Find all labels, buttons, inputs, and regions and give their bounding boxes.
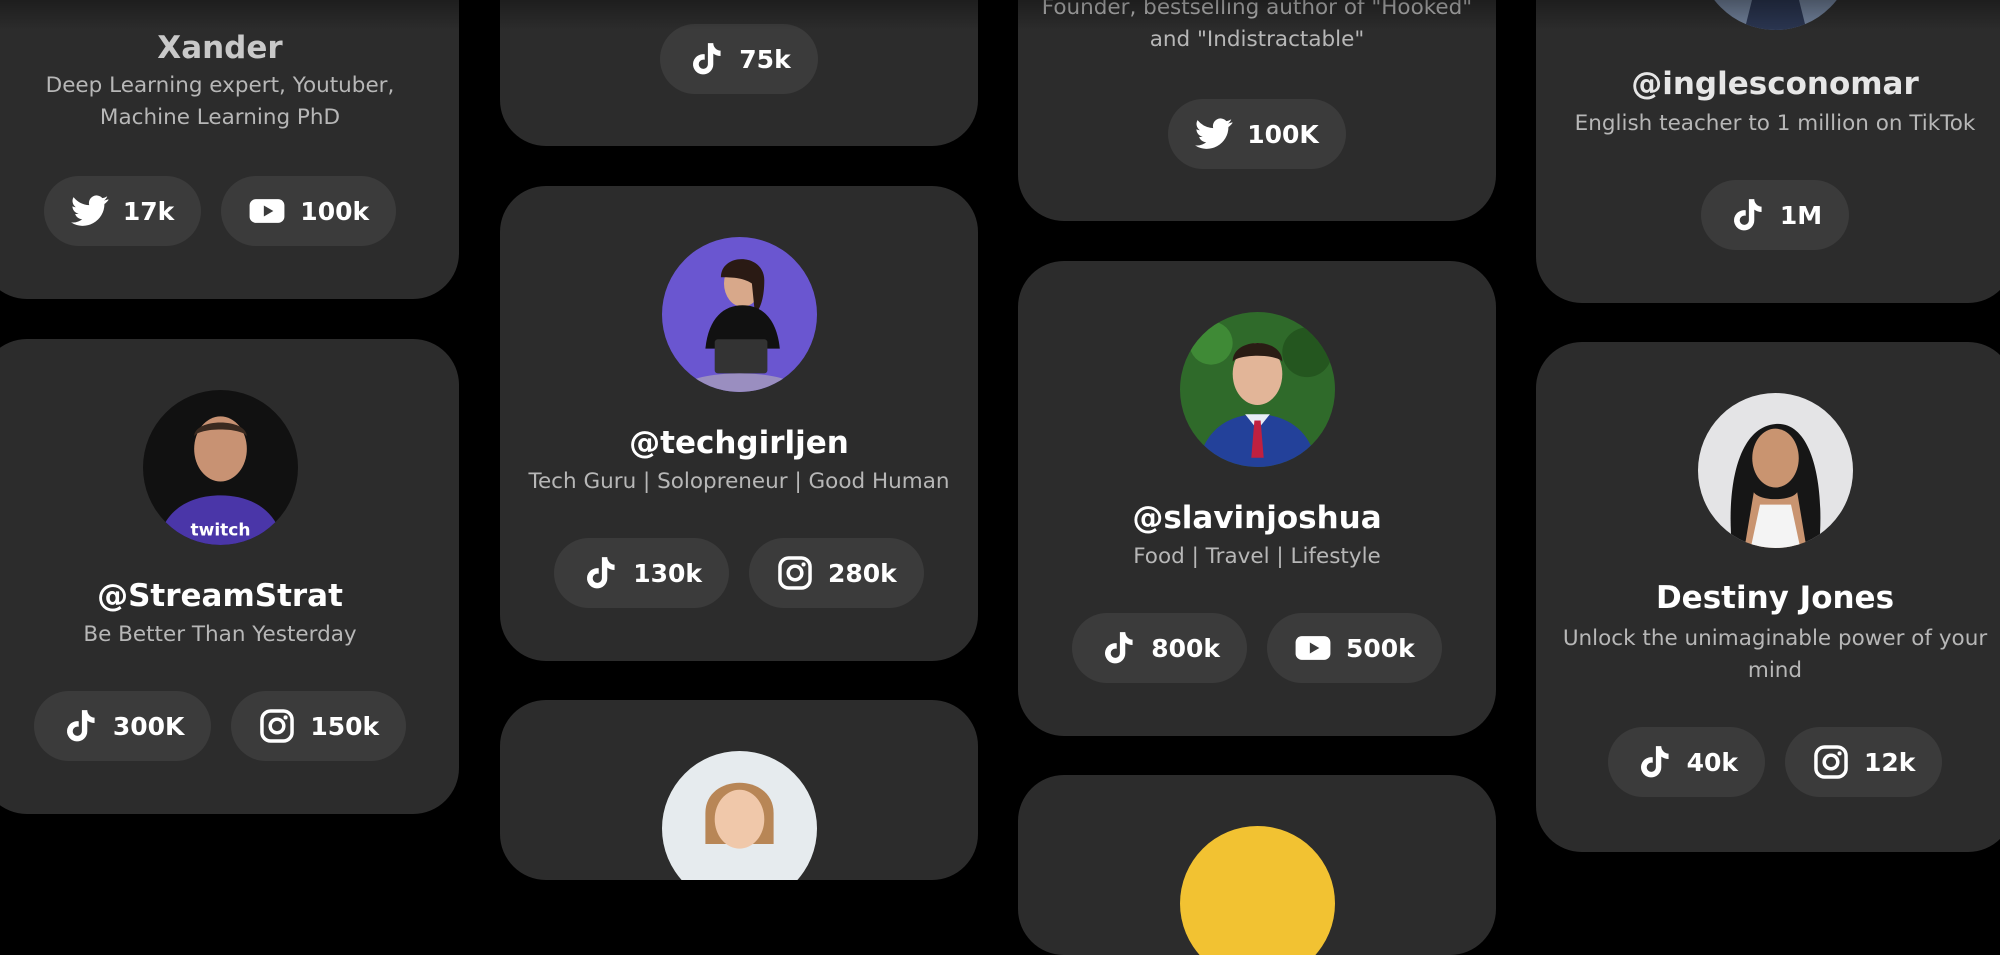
- creator-name: Destiny Jones: [1655, 580, 1895, 616]
- tiktok-icon: [687, 40, 725, 78]
- tiktok-icon: [1099, 629, 1137, 667]
- stat-pills: 17k 100k: [0, 176, 459, 246]
- creator-card-partial[interactable]: [500, 700, 978, 880]
- avatar: [1697, 0, 1853, 30]
- instagram-icon: [258, 707, 296, 745]
- tiktok-icon: [1728, 196, 1766, 234]
- creator-card-partial[interactable]: [1018, 775, 1496, 955]
- creator-card-destiny[interactable]: Destiny Jones Unlock the unimaginable po…: [1536, 342, 2000, 852]
- stat-pills: 100K: [1018, 99, 1496, 169]
- creator-bio: English teacher to 1 million on TikTok: [1574, 111, 1976, 136]
- youtube-stat-button[interactable]: 100k: [221, 176, 397, 246]
- creator-bio: Deep Learning expert, Youtuber, Machine …: [45, 73, 395, 130]
- tiktok-icon: [1635, 743, 1673, 781]
- avatar: [1697, 393, 1853, 548]
- twitter-icon: [70, 192, 109, 230]
- svg-text:twitch: twitch: [190, 521, 250, 541]
- tiktok-stat-button[interactable]: 1M: [1700, 180, 1850, 250]
- stat-pills: 75k: [500, 24, 978, 94]
- stat-value: 1M: [1779, 200, 1823, 230]
- creator-name: @slavinjoshua: [1132, 500, 1382, 536]
- avatar: [1179, 826, 1335, 955]
- stat-value: 150k: [310, 711, 380, 741]
- stat-value: 130k: [633, 558, 702, 588]
- creator-bio-line-2: and "Indistractable": [1149, 27, 1365, 52]
- creator-bio: Food | Travel | Lifestyle: [1133, 544, 1381, 569]
- creator-bio: Be Better Than Yesterday: [83, 622, 357, 647]
- tiktok-stat-button[interactable]: 40k: [1607, 727, 1765, 797]
- stat-value: 100K: [1247, 119, 1319, 149]
- youtube-icon: [248, 192, 286, 230]
- twitter-icon: [1195, 115, 1233, 153]
- stat-value: 75k: [739, 44, 791, 74]
- stat-value: 40k: [1686, 747, 1738, 777]
- creator-card-founder[interactable]: Founder, bestselling author of "Hooked" …: [1018, 0, 1496, 221]
- creator-name: Xander: [157, 30, 283, 66]
- tiktok-stat-button[interactable]: 75k: [660, 24, 818, 94]
- stat-pills: 40k 12k: [1536, 727, 2000, 797]
- avatar: twitch: [142, 390, 298, 545]
- tiktok-stat-button[interactable]: 800k: [1072, 613, 1247, 683]
- instagram-stat-button[interactable]: 280k: [749, 538, 924, 608]
- stat-value: 500k: [1346, 633, 1415, 663]
- stat-pills: 800k 500k: [1018, 613, 1496, 683]
- creator-bio-line-1: Founder, bestselling author of "Hooked": [1041, 0, 1473, 20]
- youtube-stat-button[interactable]: 500k: [1267, 613, 1442, 683]
- creator-card-xander[interactable]: Xander Deep Learning expert, Youtuber, M…: [0, 0, 459, 299]
- creator-name: @StreamStrat: [97, 578, 343, 614]
- stat-value: 800k: [1151, 633, 1220, 663]
- twitter-stat-button[interactable]: 17k: [43, 176, 202, 246]
- instagram-stat-button[interactable]: 12k: [1785, 727, 1943, 797]
- creator-card-slavinjoshua[interactable]: @slavinjoshua Food | Travel | Lifestyle …: [1018, 261, 1496, 736]
- youtube-icon: [1294, 629, 1332, 667]
- avatar: [661, 237, 817, 392]
- tiktok-icon: [61, 707, 99, 745]
- stat-value: 12k: [1864, 747, 1916, 777]
- creator-card-streamstrat[interactable]: twitch @StreamStrat Be Better Than Yeste…: [0, 339, 459, 814]
- stat-pills: 300K 150k: [0, 691, 459, 761]
- avatar: [1179, 312, 1335, 467]
- stat-pills: 130k 280k: [500, 538, 978, 608]
- stat-pills: 1M: [1536, 180, 2000, 250]
- instagram-stat-button[interactable]: 150k: [231, 691, 407, 761]
- tiktok-stat-button[interactable]: 300K: [33, 691, 212, 761]
- creator-name: @inglesconomar: [1631, 66, 1919, 102]
- stat-value: 280k: [828, 558, 897, 588]
- stat-value: 300K: [112, 711, 185, 741]
- creator-name: @techgirljen: [629, 425, 849, 461]
- creator-bio: Unlock the unimaginable power of your mi…: [1562, 626, 1988, 683]
- creator-card-techgirljen[interactable]: @techgirljen Tech Guru | Solopreneur | G…: [500, 186, 978, 661]
- twitter-stat-button[interactable]: 100K: [1168, 99, 1346, 169]
- tiktok-stat-button[interactable]: 130k: [554, 538, 729, 608]
- creator-card-inglesconomar[interactable]: @inglesconomar English teacher to 1 mill…: [1536, 0, 2000, 303]
- instagram-icon: [1812, 743, 1850, 781]
- instagram-icon: [776, 554, 814, 592]
- stat-value: 100k: [300, 196, 370, 226]
- stat-value: 17k: [122, 196, 175, 226]
- avatar: [661, 751, 817, 880]
- creator-bio: Tech Guru | Solopreneur | Good Human: [528, 469, 950, 494]
- creator-card-top-tiktok[interactable]: 75k: [500, 0, 978, 146]
- tiktok-icon: [581, 554, 619, 592]
